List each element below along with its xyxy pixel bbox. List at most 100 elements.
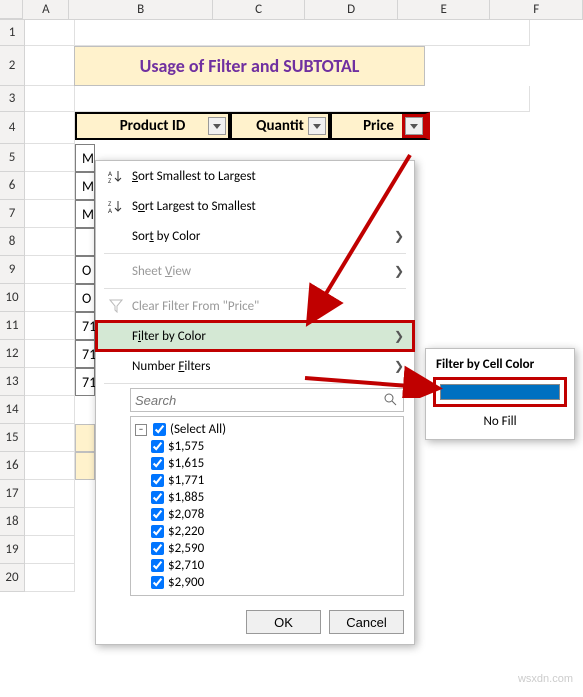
cell[interactable] <box>25 284 75 312</box>
row-header-10[interactable]: 10 <box>0 284 25 312</box>
checkbox-item[interactable]: $1,885 <box>135 489 399 506</box>
cell[interactable] <box>25 112 75 144</box>
col-header-d[interactable]: D <box>305 0 398 19</box>
row-header-5[interactable]: 5 <box>0 144 25 172</box>
data-cell[interactable]: M <box>75 144 95 172</box>
checkbox-item[interactable]: $2,710 <box>135 557 399 574</box>
data-cell[interactable]: O <box>75 284 95 312</box>
row-header-3[interactable]: 3 <box>0 86 25 112</box>
row-header-8[interactable]: 8 <box>0 228 25 256</box>
data-cell[interactable]: 71 <box>75 312 95 340</box>
cell[interactable] <box>25 396 75 424</box>
checkbox[interactable] <box>151 440 164 453</box>
row-header-16[interactable]: 16 <box>0 452 25 480</box>
cell[interactable] <box>25 46 75 86</box>
row-header-7[interactable]: 7 <box>0 200 25 228</box>
checkbox[interactable] <box>151 542 164 555</box>
row-header-6[interactable]: 6 <box>0 172 25 200</box>
col-header-c[interactable]: C <box>213 0 306 19</box>
col-header-e[interactable]: E <box>398 0 491 19</box>
header-product-id[interactable]: Product ID <box>75 112 230 140</box>
checkbox[interactable] <box>151 576 164 589</box>
checkbox[interactable] <box>153 423 166 436</box>
checkbox[interactable] <box>151 474 164 487</box>
checkbox-item[interactable]: $1,615 <box>135 455 399 472</box>
yellow-cell[interactable] <box>75 452 95 480</box>
cell[interactable] <box>25 312 75 340</box>
cell[interactable] <box>25 256 75 284</box>
menu-number-filters[interactable]: Number Filters ❯ <box>96 351 414 381</box>
tree-collapse-icon[interactable]: − <box>135 424 147 436</box>
row-header-13[interactable]: 13 <box>0 368 25 396</box>
checkbox-select-all[interactable]: −(Select All) <box>135 421 399 438</box>
col-header-f[interactable]: F <box>490 0 583 19</box>
cell[interactable] <box>25 200 75 228</box>
cell[interactable] <box>25 228 75 256</box>
row-header-19[interactable]: 19 <box>0 536 25 564</box>
checkbox[interactable] <box>151 508 164 521</box>
cell[interactable] <box>25 144 75 172</box>
cell[interactable] <box>25 480 75 508</box>
filter-values-list[interactable]: −(Select All) $1,575 $1,615 $1,771 $1,88… <box>130 416 404 596</box>
checkbox-item[interactable]: $2,078 <box>135 506 399 523</box>
cell[interactable] <box>25 564 75 592</box>
checkbox[interactable] <box>151 559 164 572</box>
menu-label: Sheet View <box>128 264 394 279</box>
menu-filter-by-color[interactable]: Filter by Color ❯ <box>96 321 414 351</box>
col-header-b[interactable]: B <box>69 0 212 19</box>
no-fill-option[interactable]: No Fill <box>426 410 574 433</box>
filter-button-quantity[interactable] <box>308 117 326 135</box>
row-header-18[interactable]: 18 <box>0 508 25 536</box>
data-cell[interactable]: M <box>75 172 95 200</box>
row-header-9[interactable]: 9 <box>0 256 25 284</box>
row-header-11[interactable]: 11 <box>0 312 25 340</box>
checkbox-item[interactable]: $2,900 <box>135 574 399 591</box>
row-header-15[interactable]: 15 <box>0 424 25 452</box>
cell[interactable] <box>25 508 75 536</box>
column-headers: A B C D E F <box>0 0 583 20</box>
cell[interactable] <box>25 536 75 564</box>
checkbox[interactable] <box>151 525 164 538</box>
checkbox-item[interactable]: $2,590 <box>135 540 399 557</box>
menu-sort-descending[interactable]: ZA Sort Largest to Smallest <box>96 191 414 221</box>
checkbox-item[interactable]: $1,771 <box>135 472 399 489</box>
data-cell[interactable]: 71 <box>75 340 95 368</box>
color-option-blue[interactable] <box>436 380 564 404</box>
data-cell[interactable]: M <box>75 200 95 228</box>
data-cell[interactable]: O <box>75 256 95 284</box>
checkbox[interactable] <box>151 457 164 470</box>
search-input[interactable] <box>135 393 383 408</box>
ok-button[interactable]: OK <box>246 610 321 634</box>
checkbox[interactable] <box>151 491 164 504</box>
checkbox-item[interactable]: $1,575 <box>135 438 399 455</box>
row-header-14[interactable]: 14 <box>0 396 25 424</box>
search-box[interactable] <box>130 388 404 412</box>
cell[interactable] <box>25 20 75 46</box>
cell[interactable] <box>25 172 75 200</box>
filter-button-product[interactable] <box>208 117 226 135</box>
menu-sort-ascending[interactable]: AZ Sort Smallest to Largest <box>96 161 414 191</box>
cell[interactable] <box>25 452 75 480</box>
data-cell[interactable]: 71 <box>75 368 95 396</box>
row-header-4[interactable]: 4 <box>0 112 25 144</box>
row-header-2[interactable]: 2 <box>0 46 25 86</box>
row-header-20[interactable]: 20 <box>0 564 25 592</box>
header-price[interactable]: Price <box>330 112 430 140</box>
row-header-12[interactable]: 12 <box>0 340 25 368</box>
yellow-cell[interactable] <box>75 424 95 452</box>
checkbox-item[interactable]: $2,220 <box>135 523 399 540</box>
cell[interactable] <box>25 340 75 368</box>
row-header-1[interactable]: 1 <box>0 20 25 46</box>
cell[interactable] <box>25 86 75 112</box>
cancel-button[interactable]: Cancel <box>329 610 404 634</box>
cell[interactable] <box>75 86 530 112</box>
col-header-a[interactable]: A <box>23 0 69 19</box>
filter-button-price[interactable] <box>405 117 423 135</box>
data-cell[interactable] <box>75 228 95 256</box>
header-quantity[interactable]: Quantit <box>230 112 330 140</box>
cell[interactable] <box>75 20 530 46</box>
row-header-17[interactable]: 17 <box>0 480 25 508</box>
cell[interactable] <box>25 424 75 452</box>
cell[interactable] <box>25 368 75 396</box>
menu-sort-by-color[interactable]: Sort by Color ❯ <box>96 221 414 251</box>
